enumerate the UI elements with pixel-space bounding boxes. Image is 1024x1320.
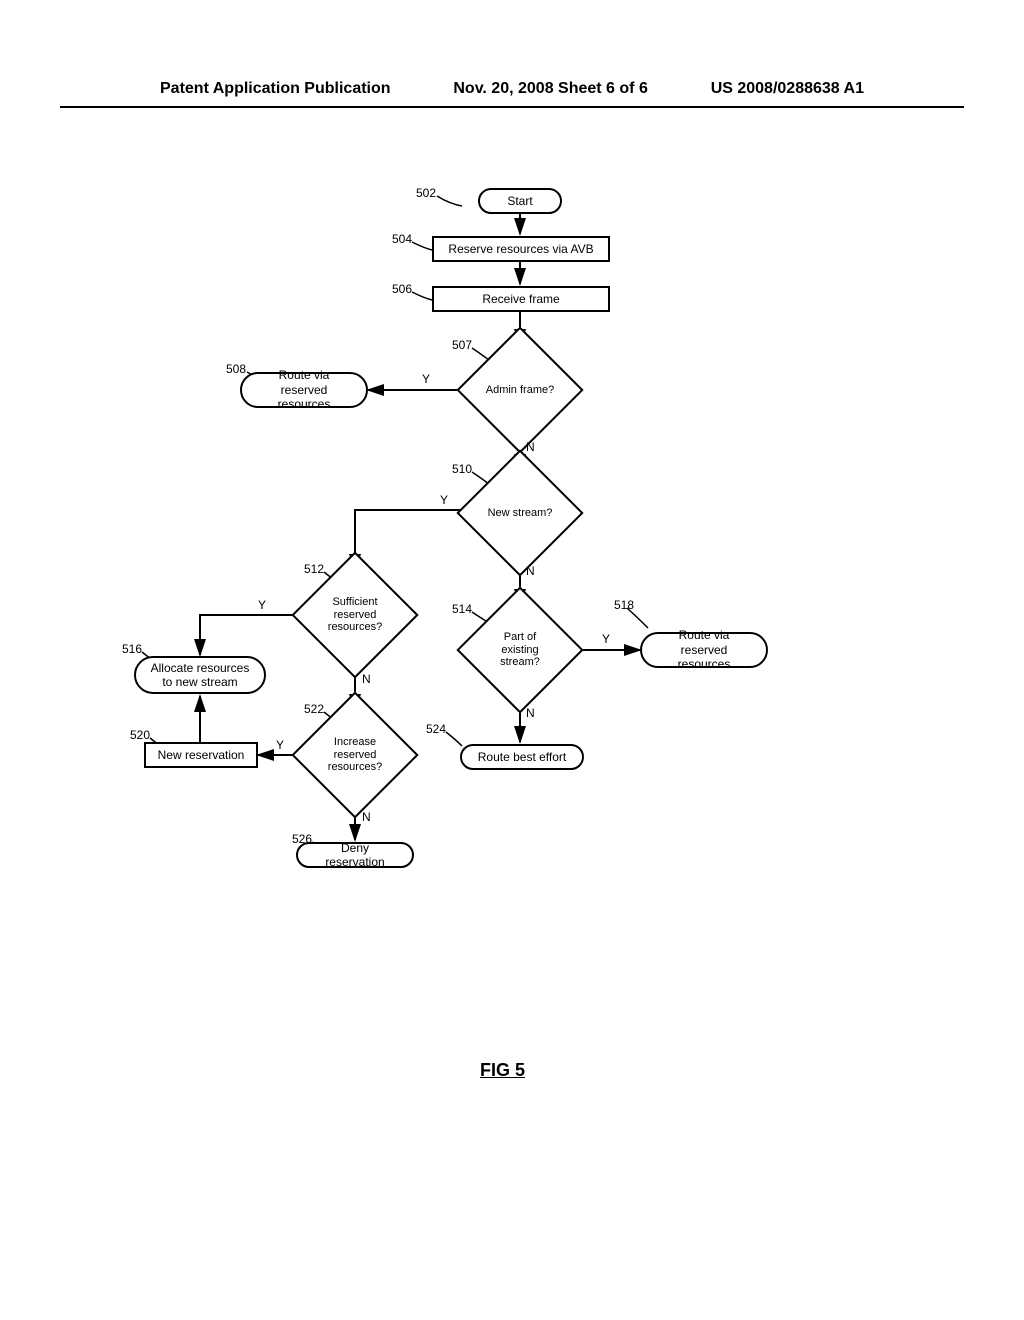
node-partexisting: Part of existing stream? xyxy=(475,605,565,695)
label-y-514: Y xyxy=(602,632,610,646)
node-route-518-text: Route via reserved resources xyxy=(654,628,754,671)
node-sufficient: Sufficient reserved resources? xyxy=(310,570,400,660)
node-route-508-text: Route via reserved resources xyxy=(254,368,354,411)
ref-524: 524 xyxy=(426,722,446,736)
node-route-best: Route best effort xyxy=(460,744,584,770)
ref-522: 522 xyxy=(304,702,324,716)
label-n-514: N xyxy=(526,706,535,720)
node-receive: Receive frame xyxy=(432,286,610,312)
label-y-512: Y xyxy=(258,598,266,612)
node-admin-frame: Admin frame? xyxy=(475,345,565,435)
node-partexisting-text: Part of existing stream? xyxy=(485,631,555,669)
ref-508: 508 xyxy=(226,362,246,376)
node-route-508: Route via reserved resources xyxy=(240,372,368,408)
ref-507: 507 xyxy=(452,338,472,352)
ref-502: 502 xyxy=(416,186,436,200)
ref-510: 510 xyxy=(452,462,472,476)
node-receive-text: Receive frame xyxy=(482,292,559,306)
node-allocate: Allocate resources to new stream xyxy=(134,656,266,694)
ref-504: 504 xyxy=(392,232,412,246)
node-newstream: New stream? xyxy=(475,468,565,558)
node-deny-text: Deny reservation xyxy=(310,841,400,870)
node-reserve: Reserve resources via AVB xyxy=(432,236,610,262)
node-newres-text: New reservation xyxy=(158,748,245,762)
node-admin-text: Admin frame? xyxy=(486,384,554,397)
node-increase-text: Increase reserved resources? xyxy=(320,736,390,774)
node-deny: Deny reservation xyxy=(296,842,414,868)
ref-506: 506 xyxy=(392,282,412,296)
label-n-522: N xyxy=(362,810,371,824)
header-center: Nov. 20, 2008 Sheet 6 of 6 xyxy=(453,80,647,98)
node-allocate-text: Allocate resources to new stream xyxy=(151,661,250,690)
header-left: Patent Application Publication xyxy=(160,80,391,98)
label-n-507: N xyxy=(526,440,535,454)
node-reserve-text: Reserve resources via AVB xyxy=(448,242,593,256)
ref-512: 512 xyxy=(304,562,324,576)
ref-518: 518 xyxy=(614,598,634,612)
ref-526: 526 xyxy=(292,832,312,846)
ref-514: 514 xyxy=(452,602,472,616)
label-n-510: N xyxy=(526,564,535,578)
node-increase: Increase reserved resources? xyxy=(310,710,400,800)
label-n-512: N xyxy=(362,672,371,686)
label-y-510: Y xyxy=(440,493,448,507)
label-y-522: Y xyxy=(276,738,284,752)
node-newres: New reservation xyxy=(144,742,258,768)
flowchart-diagram: Start 502 Reserve resources via AVB 504 … xyxy=(0,150,1024,1050)
page-header: Patent Application Publication Nov. 20, … xyxy=(60,0,964,108)
node-route-518: Route via reserved resources xyxy=(640,632,768,668)
node-start-text: Start xyxy=(507,194,532,208)
figure-label: FIG 5 xyxy=(480,1060,525,1081)
node-sufficient-text: Sufficient reserved resources? xyxy=(320,596,390,634)
header-right: US 2008/0288638 A1 xyxy=(711,80,864,98)
ref-516: 516 xyxy=(122,642,142,656)
node-newstream-text: New stream? xyxy=(488,507,553,520)
node-route-best-text: Route best effort xyxy=(478,750,567,764)
label-y-507: Y xyxy=(422,372,430,386)
ref-520: 520 xyxy=(130,728,150,742)
node-start: Start xyxy=(478,188,562,214)
